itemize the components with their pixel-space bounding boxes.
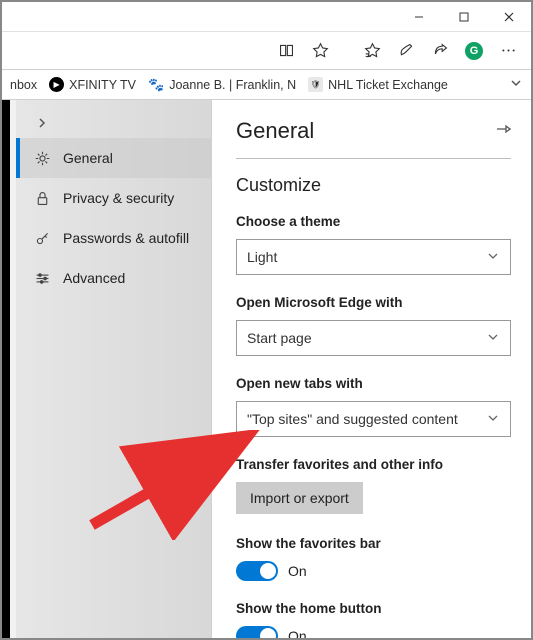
paw-icon: 🐾	[148, 77, 164, 93]
open-with-select[interactable]: Start page	[236, 320, 511, 356]
gear-icon	[34, 150, 51, 167]
sidebar-item-label: Privacy & security	[63, 190, 174, 206]
new-tabs-value: "Top sites" and suggested content	[247, 411, 458, 427]
transfer-label: Transfer favorites and other info	[236, 457, 511, 472]
new-tabs-label: Open new tabs with	[236, 376, 511, 391]
sidebar-item-label: Advanced	[63, 270, 125, 286]
sidebar-item-label: General	[63, 150, 113, 166]
favorites-bar-state: On	[288, 563, 307, 579]
bookmark-joanne[interactable]: 🐾Joanne B. | Franklin, N	[148, 77, 296, 93]
window-titlebar	[2, 2, 531, 32]
import-export-button[interactable]: Import or export	[236, 482, 363, 514]
close-button[interactable]	[486, 2, 531, 32]
bookmark-xfinity[interactable]: ▶XFINITY TV	[49, 77, 136, 92]
more-icon[interactable]	[491, 34, 525, 68]
settings-sidebar: General Privacy & security Passwords & a…	[16, 100, 211, 638]
sidebar-item-passwords[interactable]: Passwords & autofill	[16, 218, 211, 258]
favorites-bar-toggle[interactable]	[236, 561, 278, 581]
pin-icon[interactable]	[495, 121, 511, 142]
theme-value: Light	[247, 249, 277, 265]
favorite-star-icon[interactable]	[303, 34, 337, 68]
open-with-value: Start page	[247, 330, 312, 346]
browser-toolbar: G	[2, 32, 531, 70]
favorites-bar-label: Show the favorites bar	[236, 536, 511, 551]
customize-heading: Customize	[236, 175, 511, 196]
sidebar-item-advanced[interactable]: Advanced	[16, 258, 211, 298]
bookmarks-bar: nbox ▶XFINITY TV 🐾Joanne B. | Franklin, …	[2, 70, 531, 100]
left-edge-dark	[2, 100, 10, 638]
key-icon	[34, 230, 51, 247]
sidebar-item-label: Passwords & autofill	[63, 230, 189, 246]
notes-icon[interactable]	[389, 34, 423, 68]
maximize-button[interactable]	[441, 2, 486, 32]
share-icon[interactable]	[423, 34, 457, 68]
collapse-button[interactable]	[16, 108, 211, 138]
bookmark-overflow[interactable]	[509, 76, 523, 93]
open-with-label: Open Microsoft Edge with	[236, 295, 511, 310]
theme-select[interactable]: Light	[236, 239, 511, 275]
chevron-down-icon	[486, 330, 500, 347]
chevron-down-icon	[486, 249, 500, 266]
nhl-icon: 🛡	[308, 77, 323, 92]
lock-icon	[34, 190, 51, 207]
bookmark-inbox[interactable]: nbox	[10, 78, 37, 92]
new-tabs-select[interactable]: "Top sites" and suggested content	[236, 401, 511, 437]
play-icon: ▶	[49, 77, 64, 92]
page-title: General	[236, 118, 314, 144]
chevron-down-icon	[486, 411, 500, 428]
settings-content: General Customize Choose a theme Light O…	[211, 100, 531, 638]
favorites-list-icon[interactable]	[355, 34, 389, 68]
bookmark-nhl[interactable]: 🛡NHL Ticket Exchange	[308, 77, 448, 92]
extension-icon[interactable]: G	[457, 34, 491, 68]
settings-panel: General Privacy & security Passwords & a…	[2, 100, 531, 638]
reading-view-icon[interactable]	[269, 34, 303, 68]
sidebar-item-privacy[interactable]: Privacy & security	[16, 178, 211, 218]
home-button-toggle[interactable]	[236, 626, 278, 638]
sidebar-item-general[interactable]: General	[16, 138, 211, 178]
minimize-button[interactable]	[396, 2, 441, 32]
home-button-label: Show the home button	[236, 601, 511, 616]
theme-label: Choose a theme	[236, 214, 511, 229]
home-button-state: On	[288, 628, 307, 638]
sliders-icon	[34, 270, 51, 287]
